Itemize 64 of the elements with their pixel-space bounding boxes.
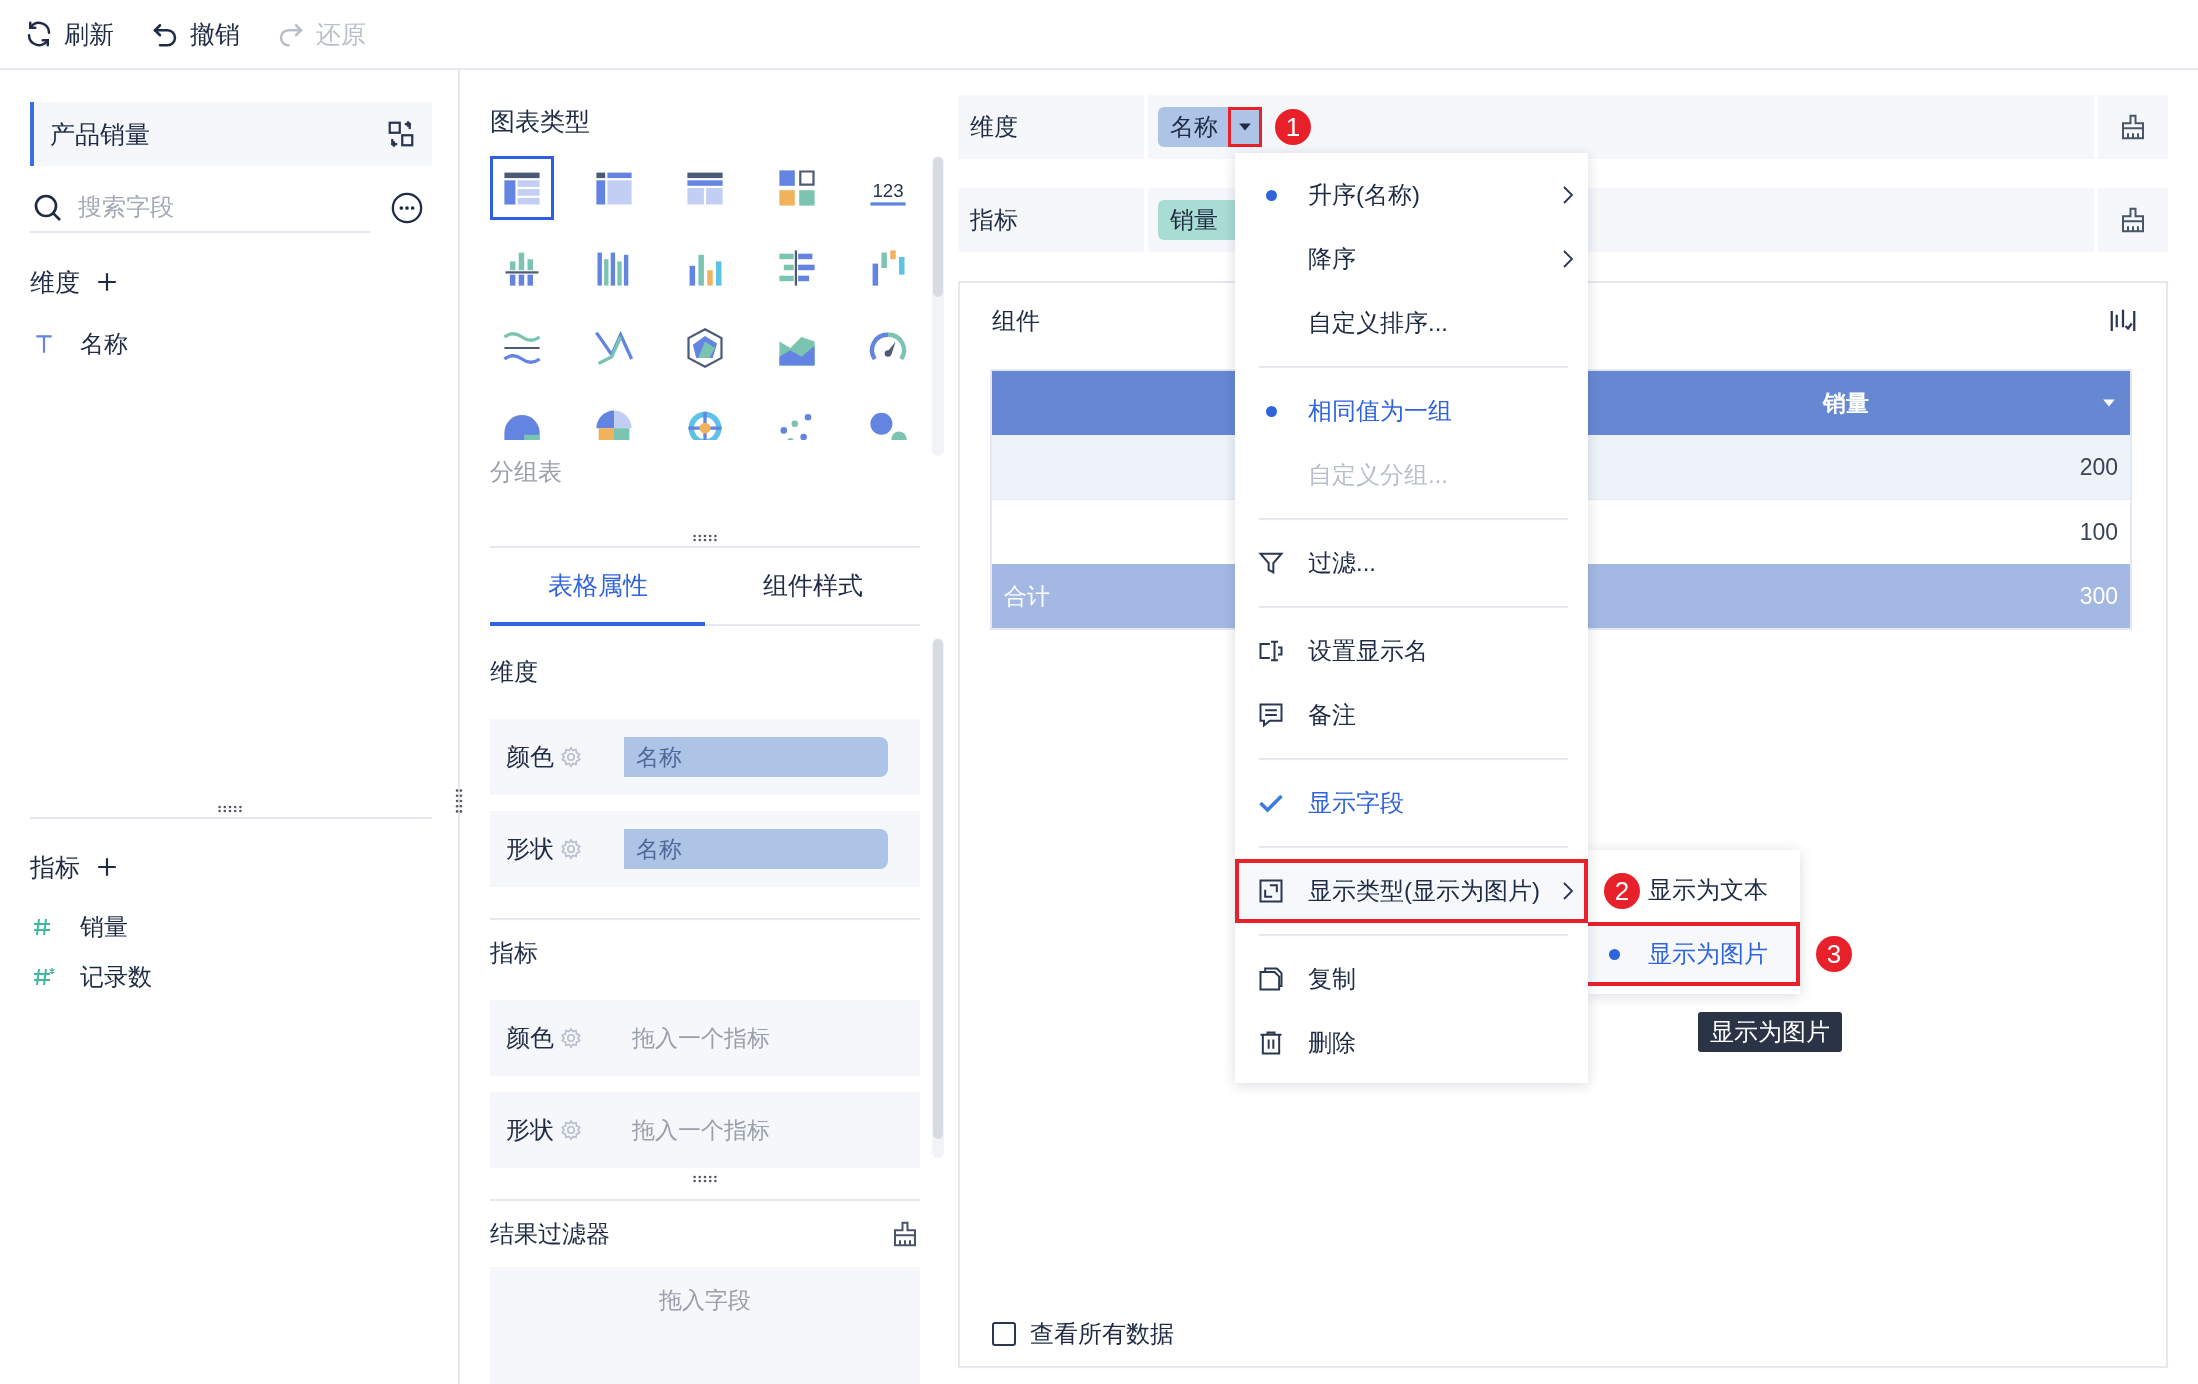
checkbox-label: 查看所有数据 [1030, 1319, 1174, 1349]
menu-item[interactable]: 设置显示名 [1235, 619, 1588, 683]
shelf-label: 维度 [958, 95, 1144, 159]
chart-type-button[interactable]: 123 [856, 156, 920, 220]
chart-type-label: 分组表 [490, 457, 563, 487]
chart-type-button[interactable] [490, 156, 554, 220]
menu-item[interactable]: 显示为文本 [1648, 874, 1768, 906]
drag-handle-icon[interactable] [692, 534, 718, 542]
caret-icon [2102, 398, 2116, 408]
dataset-title: 产品销量 [50, 118, 150, 150]
section-title: 指标 [490, 938, 539, 968]
section-title: 维度 [30, 266, 80, 298]
total-label: 合计 [1004, 581, 1050, 611]
menu-item[interactable]: 过滤... [1235, 531, 1588, 595]
field-chip[interactable]: 名称 [1158, 107, 1262, 147]
toolbar-button[interactable]: 刷新 [24, 12, 114, 56]
menu-item[interactable]: 复制 [1235, 947, 1588, 1011]
drag-handle-icon[interactable] [692, 1175, 718, 1183]
field-item[interactable]: 销量 [80, 911, 128, 943]
switch-icon[interactable] [386, 119, 416, 149]
caret-icon [1238, 122, 1252, 132]
menu-item[interactable]: 删除 [1235, 1011, 1588, 1075]
field-item[interactable]: 记录数 [80, 961, 152, 993]
menu-item[interactable]: 显示为图片 [1648, 938, 1768, 970]
table-cell-text: 100 [2078, 517, 2119, 547]
dropdown-button[interactable] [1228, 107, 1262, 147]
property-tab[interactable]: 组件样式 [705, 548, 920, 626]
toolbar-button[interactable]: 撤销 [150, 12, 240, 56]
selected-dot-icon [1608, 948, 1620, 960]
search-field[interactable]: 搜索字段 [30, 183, 370, 233]
section-title: 维度 [490, 657, 539, 687]
checkbox[interactable] [992, 1322, 1016, 1346]
property-label: 形状 [506, 834, 554, 864]
scrollbar[interactable] [933, 157, 943, 297]
shelf-label: 指标 [958, 188, 1144, 252]
more-icon[interactable] [390, 191, 424, 225]
resize-icon [1257, 877, 1285, 905]
drop-placeholder: 拖入字段 [659, 1286, 751, 1313]
property-label: 形状 [506, 1115, 554, 1145]
table-cell-text: 300 [2078, 581, 2119, 611]
step-badge: 1 [1275, 109, 1311, 145]
field-item[interactable]: 名称 [80, 328, 128, 360]
shelf-drop-area[interactable]: 名称 1 [1148, 95, 2094, 159]
hash-icon [32, 966, 56, 988]
add-icon[interactable] [96, 271, 118, 293]
property-tab[interactable]: 表格属性 [490, 548, 705, 626]
menu-item[interactable]: 自定义排序... [1235, 291, 1588, 355]
property-label: 颜色 [506, 742, 554, 772]
add-icon[interactable] [96, 856, 118, 878]
copy-icon [1257, 965, 1285, 993]
table-cell-text: 200 [2078, 452, 2119, 482]
scrollbar[interactable] [933, 639, 943, 1139]
panel-title: 图表类型 [490, 106, 591, 137]
component-title: 组件 [992, 306, 1040, 336]
resize-handle-icon[interactable] [455, 788, 463, 814]
section-title: 指标 [30, 851, 80, 883]
menu-item[interactable]: 备注 [1235, 683, 1588, 747]
tooltip: 显示为图片 [1698, 1012, 1842, 1052]
menu-item[interactable]: 显示字段 [1235, 771, 1588, 835]
property-label: 颜色 [506, 1023, 554, 1053]
section-title: 结果过滤器 [490, 1218, 610, 1249]
step-badge: 3 [1816, 936, 1852, 972]
comment-icon [1257, 701, 1285, 729]
drag-handle-icon[interactable] [217, 805, 243, 813]
